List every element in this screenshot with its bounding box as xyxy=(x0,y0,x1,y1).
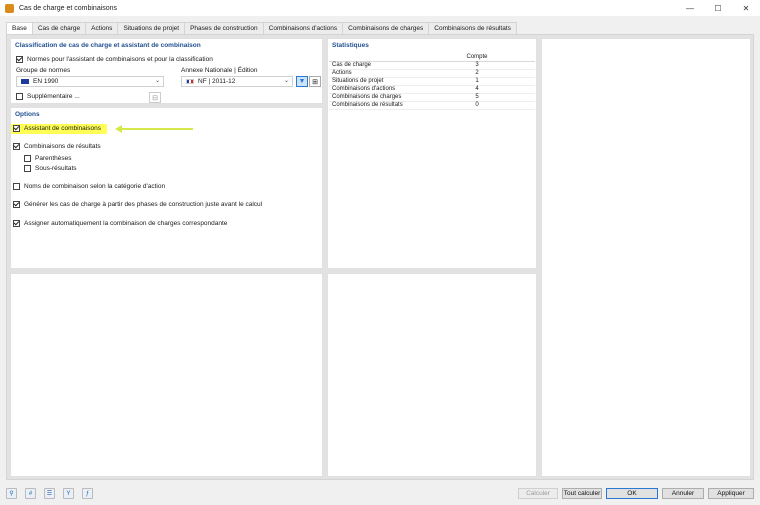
maximize-button[interactable]: ☐ xyxy=(704,0,732,16)
table-row: Combinaisons de charges 5 xyxy=(329,93,535,102)
row-label: Cas de charge xyxy=(329,61,419,70)
table-row: Actions 2 xyxy=(329,69,535,78)
supplementary-checkbox-row[interactable]: Supplémentaire ... xyxy=(16,93,80,100)
names-category-label: Noms de combinaison selon la catégorie d… xyxy=(24,183,166,190)
group-label: Groupe de normes xyxy=(16,67,71,74)
row-label: Situations de projet xyxy=(329,77,419,86)
assistant-checkbox[interactable] xyxy=(13,125,20,132)
chevron-down-icon: ⌄ xyxy=(283,78,289,84)
generate-lc-label: Générer les cas de charge à partir des p… xyxy=(24,201,263,208)
tab-construction-stages[interactable]: Phases de construction xyxy=(184,22,264,34)
empty-panel-bottom-left xyxy=(10,273,323,477)
norm-group-dropdown[interactable]: EN 1990 ⌄ xyxy=(16,76,164,87)
row-count: 3 xyxy=(419,61,535,70)
assistant-label: Assistant de combinaisons xyxy=(24,125,101,132)
classification-panel: Classification de cas de charge et assis… xyxy=(10,38,323,104)
subresults-checkbox[interactable] xyxy=(24,165,31,172)
row-count: 1 xyxy=(419,77,535,86)
norms-label: Normes pour l'assistant de combinaisons … xyxy=(27,56,213,63)
tab-bar: Base Cas de charge Actions Situations de… xyxy=(6,22,517,34)
supplementary-checkbox[interactable] xyxy=(16,93,23,100)
names-category-checkbox[interactable] xyxy=(13,183,20,190)
annex-label: Annexe Nationale | Édition xyxy=(181,67,258,74)
row-count: 2 xyxy=(419,69,535,78)
result-combos-label: Combinaisons de résultats xyxy=(24,143,101,150)
assistant-checkbox-row[interactable]: Assistant de combinaisons xyxy=(13,125,101,132)
chevron-down-icon: ⌄ xyxy=(154,78,160,84)
arrow-annotation xyxy=(115,125,193,133)
empty-panel-bottom-middle xyxy=(327,273,537,477)
apply-button[interactable]: Appliquer xyxy=(708,488,754,499)
tab-design-situations[interactable]: Situations de projet xyxy=(117,22,186,34)
tab-base[interactable]: Base xyxy=(6,22,33,34)
formula-icon[interactable]: ƒ xyxy=(82,488,93,499)
row-count: 4 xyxy=(419,85,535,94)
norms-checkbox-row[interactable]: Normes pour l'assistant de combinaisons … xyxy=(16,56,213,63)
statistics-table: Compte Cas de charge 3 Actions 2 Situation… xyxy=(329,53,535,110)
minimize-button[interactable]: — xyxy=(676,0,704,16)
auto-assign-label: Assigner automatiquement la combinaison … xyxy=(24,220,228,227)
tab-load-cases[interactable]: Cas de charge xyxy=(31,22,87,34)
france-flag-icon xyxy=(186,79,194,84)
subresults-checkbox-row[interactable]: Sous-résultats xyxy=(24,165,77,172)
table-row: Combinaisons d'actions 4 xyxy=(329,85,535,94)
table-row: Combinaisons de résultats 0 xyxy=(329,101,535,110)
table-header-count: Compte xyxy=(419,53,535,62)
tree-icon[interactable]: ☰ xyxy=(44,488,55,499)
ok-button[interactable]: OK xyxy=(606,488,658,499)
auto-assign-checkbox[interactable] xyxy=(13,220,20,227)
national-annex-value: NF | 2011-12 xyxy=(198,78,236,85)
app-icon xyxy=(5,3,14,13)
table-header-empty xyxy=(329,53,419,62)
filter-icon[interactable]: ▼ xyxy=(296,76,308,87)
statistics-title: Statistiques xyxy=(332,42,369,49)
row-label: Combinaisons de charges xyxy=(329,93,419,102)
edit-annex-icon[interactable]: ⊞ xyxy=(309,76,321,87)
close-button[interactable]: ✕ xyxy=(732,0,760,16)
row-count: 0 xyxy=(419,101,535,110)
national-annex-dropdown[interactable]: NF | 2011-12 ⌄ xyxy=(181,76,293,87)
parentheses-checkbox[interactable] xyxy=(24,155,31,162)
supplementary-edit-icon[interactable]: ⊟ xyxy=(149,92,161,103)
calculate-button[interactable]: Calculer xyxy=(518,488,558,499)
title-bar: Cas de charge et combinaisons — ☐ ✕ xyxy=(0,0,760,16)
generate-lc-checkbox-row[interactable]: Générer les cas de charge à partir des p… xyxy=(13,201,262,208)
tab-result-combinations[interactable]: Combinaisons de résultats xyxy=(428,22,517,34)
calculate-all-button[interactable]: Tout calculer xyxy=(562,488,602,499)
subresults-label: Sous-résultats xyxy=(35,165,77,172)
content-frame: Classification de cas de charge et assis… xyxy=(6,34,754,480)
cancel-button[interactable]: Annuler xyxy=(662,488,704,499)
options-title: Options xyxy=(15,111,40,118)
tab-action-combinations[interactable]: Combinaisons d'actions xyxy=(262,22,344,34)
result-combos-checkbox-row[interactable]: Combinaisons de résultats xyxy=(13,143,101,150)
row-label: Actions xyxy=(329,69,419,78)
table-row: Situations de projet 1 xyxy=(329,77,535,86)
table-header-row: Compte xyxy=(329,53,535,62)
tab-actions[interactable]: Actions xyxy=(85,22,119,34)
number-icon[interactable]: # xyxy=(25,488,36,499)
search-icon[interactable]: ⚲ xyxy=(6,488,17,499)
parentheses-label: Parenthèses xyxy=(35,155,72,162)
window-title: Cas de charge et combinaisons xyxy=(19,4,118,12)
norms-checkbox[interactable] xyxy=(16,56,23,63)
eu-flag-icon xyxy=(21,79,29,84)
table-row: Cas de charge 3 xyxy=(329,61,535,70)
norm-group-value: EN 1990 xyxy=(33,78,59,85)
row-count: 5 xyxy=(419,93,535,102)
auto-assign-checkbox-row[interactable]: Assigner automatiquement la combinaison … xyxy=(13,220,227,227)
generate-lc-checkbox[interactable] xyxy=(13,201,20,208)
supplementary-label: Supplémentaire ... xyxy=(27,93,80,100)
row-label: Combinaisons d'actions xyxy=(329,85,419,94)
tab-load-combinations[interactable]: Combinaisons de charges xyxy=(342,22,430,34)
result-combos-checkbox[interactable] xyxy=(13,143,20,150)
filter-icon[interactable]: Y xyxy=(63,488,74,499)
row-label: Combinaisons de résultats xyxy=(329,101,419,110)
parentheses-checkbox-row[interactable]: Parenthèses xyxy=(24,155,72,162)
empty-panel-right xyxy=(541,38,751,477)
names-category-checkbox-row[interactable]: Noms de combinaison selon la catégorie d… xyxy=(13,183,165,190)
classification-title: Classification de cas de charge et assis… xyxy=(15,42,201,49)
